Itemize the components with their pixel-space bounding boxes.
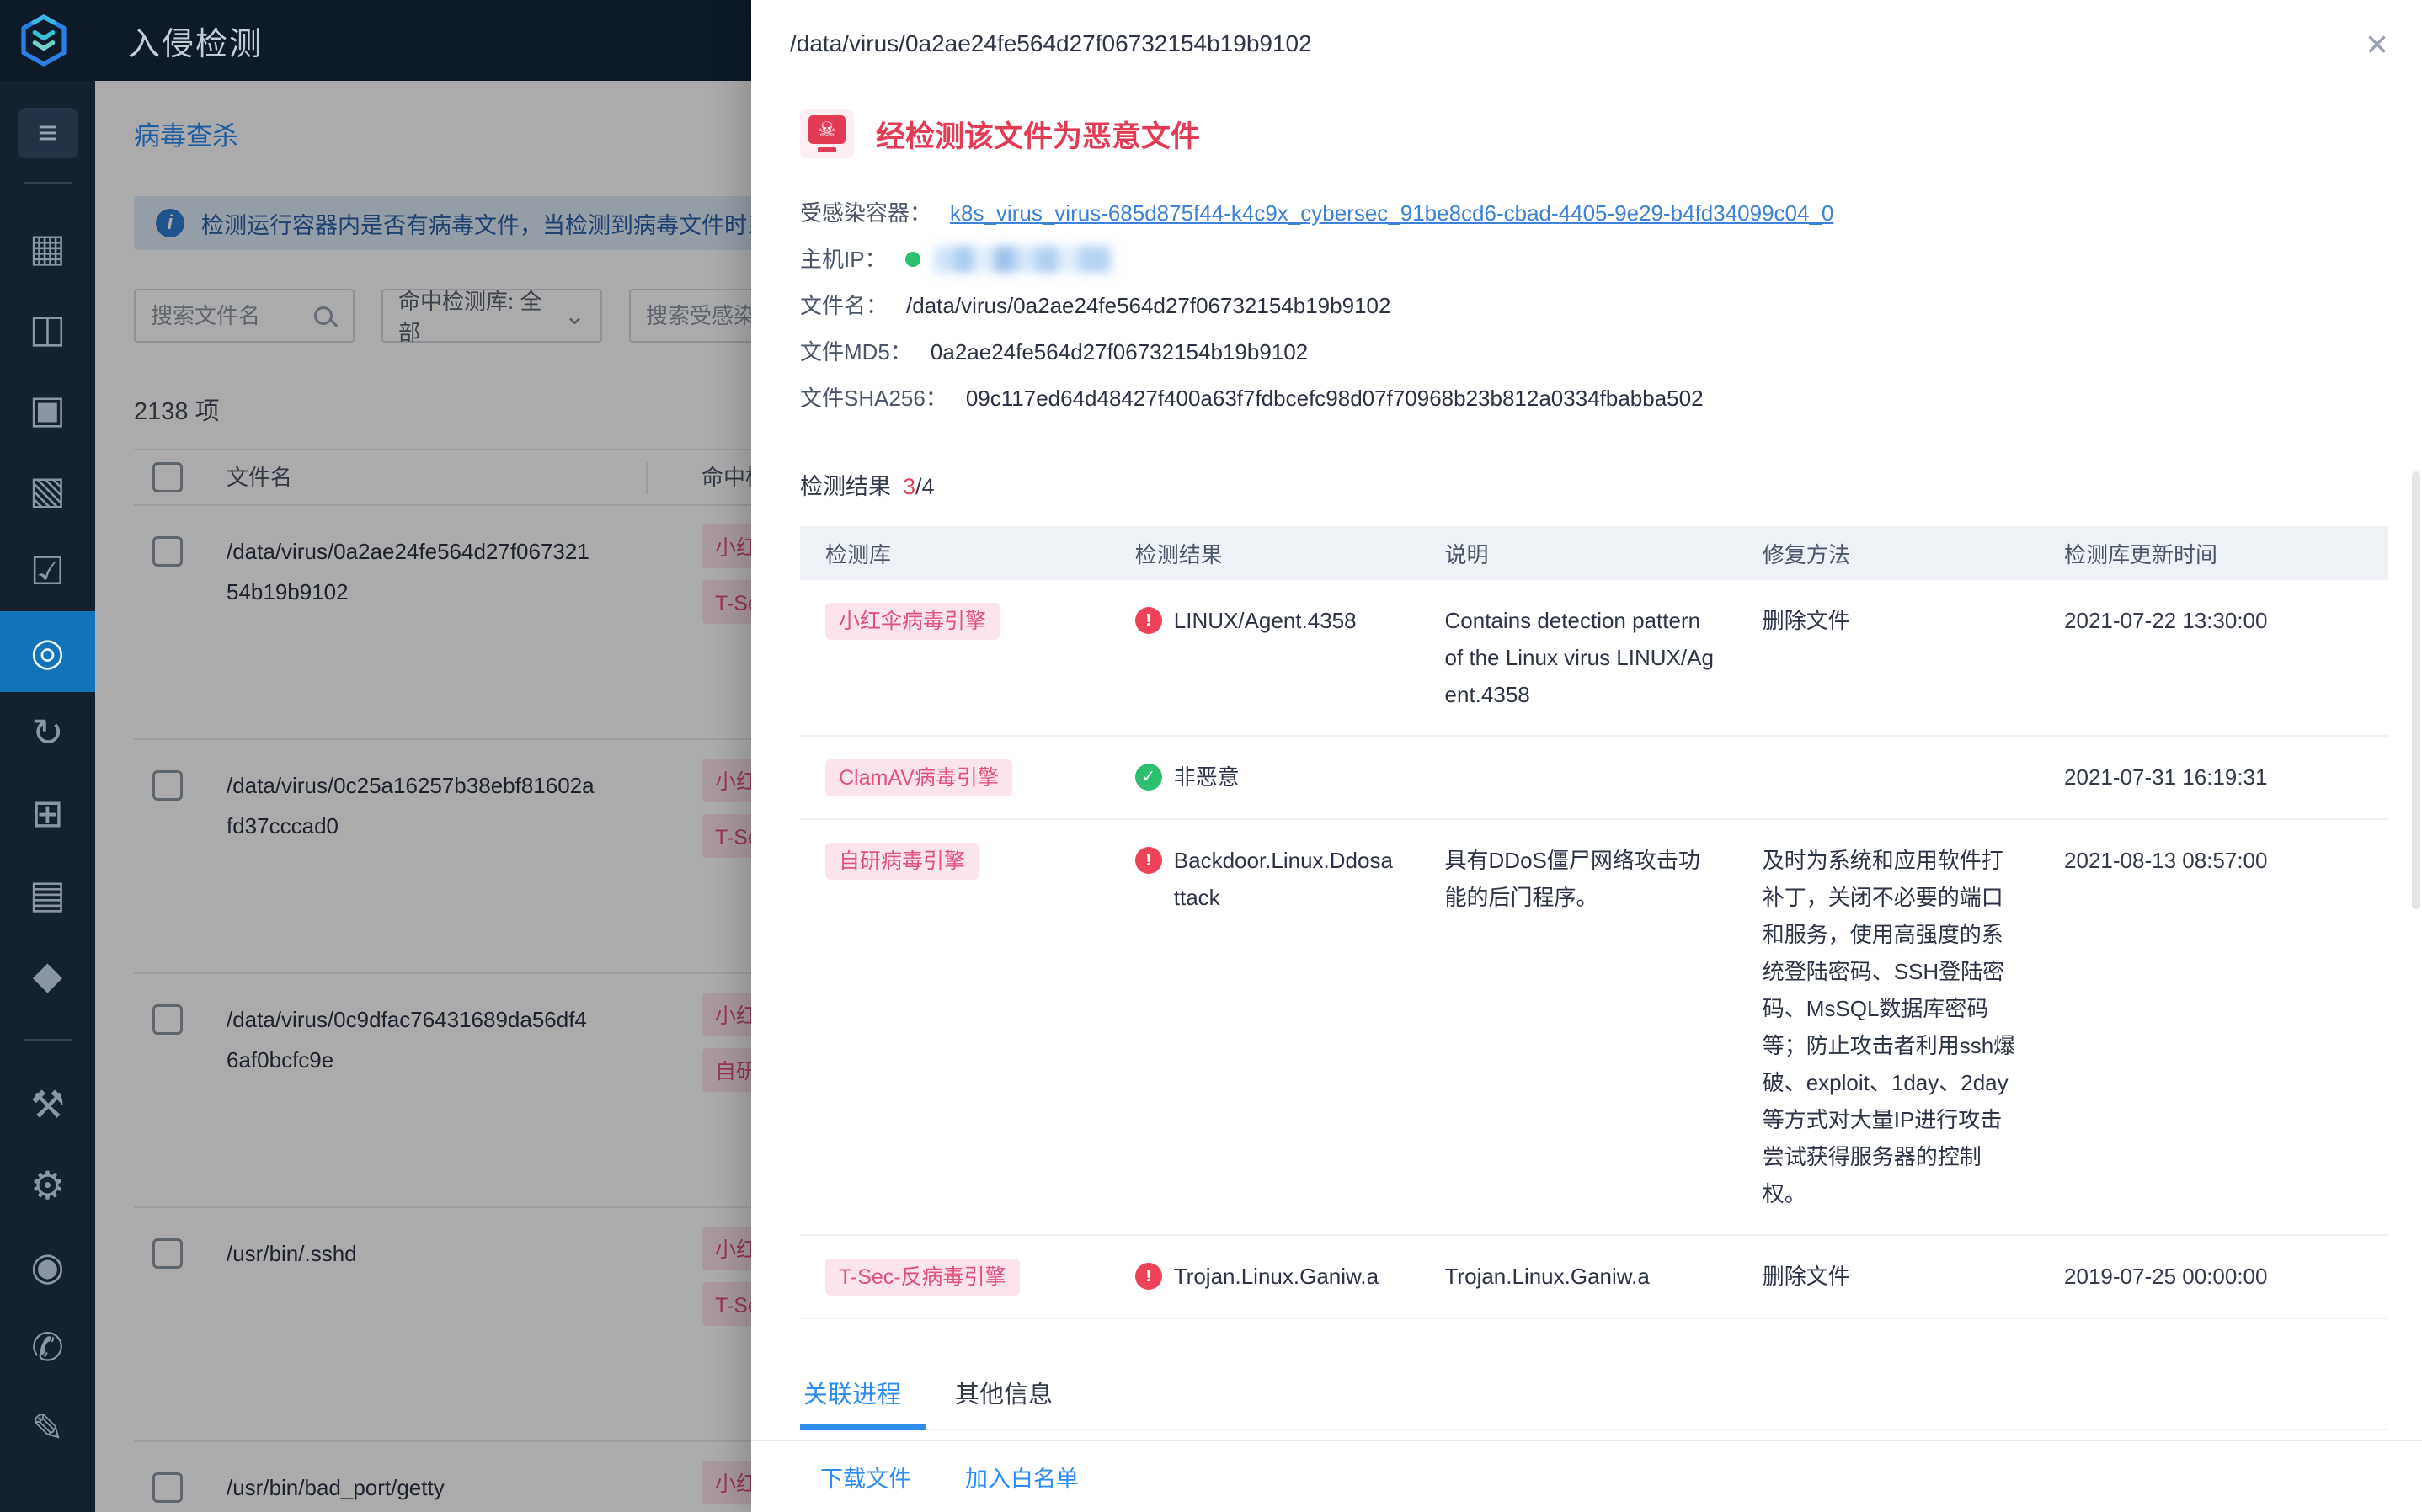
page: 入侵检测 ≡ ▦ ◫ ▣ ▧ ☑ ◎ ↻ ⊞ ▤ ◆ ⚒ ⚙ ◉ ✆ ✎ 病毒查… bbox=[0, 0, 2422, 1512]
library-updated: 2021-07-31 16:19:31 bbox=[2064, 764, 2268, 790]
info-row-md5: 文件MD5： 0a2ae24fe564d27f06732154b19b9102 bbox=[800, 339, 1309, 365]
info-row-host-ip: 主机IP： bbox=[800, 245, 2388, 274]
sidebar-item-network[interactable]: ✆ bbox=[0, 1307, 95, 1387]
detection-table: 检测库 检测结果 说明 修复方法 检测库更新时间 小红伞病毒引擎 ! LINUX/… bbox=[800, 526, 2388, 1319]
detection-row: 小红伞病毒引擎 ! LINUX/Agent.4358 Contains detec… bbox=[800, 580, 2388, 737]
hit-count: 3 bbox=[903, 474, 916, 499]
detection-row: T-Sec-反病毒引擎 ! Trojan.Linux.Ganiw.a Trojan… bbox=[800, 1236, 2388, 1319]
detection-result: 非恶意 bbox=[1173, 764, 1240, 790]
detection-result: LINUX/Agent.4358 bbox=[1173, 608, 1357, 633]
online-status-dot bbox=[904, 252, 920, 267]
danger-icon: ! bbox=[1134, 847, 1162, 874]
fix-method: 及时为系统和应用软件打补丁，关闭不必要的端口和服务，使用高强度的系统登陆密码、S… bbox=[1762, 848, 2016, 1206]
image-layers-icon: ▣ bbox=[29, 387, 67, 431]
close-icon[interactable]: × bbox=[2366, 24, 2388, 63]
detection-result: Trojan.Linux.Ganiw.a bbox=[1173, 1264, 1379, 1289]
host-ip-value-redacted bbox=[933, 246, 1111, 273]
engine-tag: ClamAV病毒引擎 bbox=[825, 759, 1012, 796]
radar-scan-icon: ◎ bbox=[30, 630, 65, 673]
sidebar-item-audit[interactable]: ✎ bbox=[0, 1387, 95, 1468]
danger-icon: ! bbox=[1134, 1263, 1162, 1290]
sidebar-item-registry[interactable]: ▧ bbox=[0, 450, 95, 530]
detection-row: 自研病毒引擎 ! Backdoor.Linux.Ddosattack 具有DDoS… bbox=[800, 820, 2388, 1236]
tab-related-process[interactable]: 关联进程 bbox=[800, 1375, 927, 1430]
info-row-container: 受感染容器： k8s_virus_virus-685d875f44-k4c9x_… bbox=[800, 199, 1834, 227]
engine-tag: 自研病毒引擎 bbox=[825, 843, 979, 880]
info-row-filename: 文件名： /data/virus/0a2ae24fe564d27f0673215… bbox=[800, 293, 1391, 318]
pen-edit-icon: ✎ bbox=[31, 1406, 64, 1450]
toolbox-icon: ⚒ bbox=[29, 1083, 66, 1126]
malicious-verdict-banner: ☠ 经检测该文件为恶意文件 bbox=[800, 109, 2388, 158]
sidebar-item-logs[interactable]: ▤ bbox=[0, 854, 95, 934]
infected-container-link[interactable]: k8s_virus_virus-685d875f44-k4c9x_cyberse… bbox=[950, 199, 1833, 227]
library-updated: 2021-07-22 13:30:00 bbox=[2064, 608, 2268, 633]
library-updated: 2021-08-13 08:57:00 bbox=[2064, 848, 2268, 873]
sidebar-item-runtime[interactable]: ◫ bbox=[0, 288, 95, 369]
verdict-text: 经检测该文件为恶意文件 bbox=[876, 120, 1201, 153]
drawer-mask[interactable] bbox=[95, 81, 751, 1512]
key-icon: ◉ bbox=[30, 1244, 65, 1288]
phone-network-icon: ✆ bbox=[31, 1325, 64, 1369]
app-grid-icon: ⊞ bbox=[31, 791, 64, 835]
detection-desc: Trojan.Linux.Ganiw.a bbox=[1444, 1264, 1650, 1289]
total-count: /4 bbox=[915, 474, 935, 499]
detection-desc: 具有DDoS僵尸网络攻击功能的后门程序。 bbox=[1444, 848, 1700, 910]
sidebar-item-apps[interactable]: ⊞ bbox=[0, 773, 95, 854]
app-logo-icon bbox=[21, 13, 67, 67]
drawer-title: /data/virus/0a2ae24fe564d27f06732154b19b… bbox=[790, 30, 1312, 56]
download-file-button[interactable]: 下载文件 bbox=[820, 1461, 911, 1493]
detection-table-header: 检测库 检测结果 说明 修复方法 检测库更新时间 bbox=[800, 526, 2388, 580]
hex-nut-icon: ◆ bbox=[32, 953, 63, 997]
sidebar-item-security[interactable]: ↻ bbox=[0, 692, 95, 773]
tab-other-info[interactable]: 其他信息 bbox=[952, 1375, 1056, 1429]
collapse-icon: ≡ bbox=[37, 114, 58, 152]
collapse-sidebar-button[interactable]: ≡ bbox=[17, 108, 78, 158]
containers-grid-icon: ▦ bbox=[29, 226, 67, 269]
skull-monitor-icon: ☠ bbox=[800, 109, 854, 158]
drawer-footer: 下载文件 加入白名单 bbox=[751, 1440, 2422, 1512]
sidebar-item-virus-scan[interactable]: ◎ bbox=[0, 611, 95, 692]
fix-method bbox=[1737, 759, 2039, 796]
sidebar-item-components[interactable]: ◆ bbox=[0, 934, 95, 1015]
app-title: 入侵检测 bbox=[128, 26, 264, 62]
file-info-list: 受感染容器： k8s_virus_virus-685d875f44-k4c9x_… bbox=[800, 199, 2388, 413]
detection-results-title: 检测结果 3/4 bbox=[800, 474, 935, 499]
sidebar-item-access-key[interactable]: ◉ bbox=[0, 1226, 95, 1307]
container-runtime-icon: ◫ bbox=[29, 306, 67, 350]
drawer-scrollbar-thumb[interactable] bbox=[2412, 471, 2420, 909]
documents-icon: ▤ bbox=[29, 872, 67, 916]
sidebar-item-compliance[interactable]: ☑ bbox=[0, 530, 95, 611]
engine-tag: 小红伞病毒引擎 bbox=[825, 603, 1000, 640]
file-detail-drawer: /data/virus/0a2ae24fe564d27f06732154b19b… bbox=[751, 0, 2422, 1512]
shield-sync-icon: ↻ bbox=[31, 711, 64, 754]
detail-tabs: 关联进程 其他信息 bbox=[800, 1375, 2388, 1430]
sidebar-item-toolbox[interactable]: ⚒ bbox=[0, 1064, 95, 1145]
gear-icon: ⚙ bbox=[29, 1163, 66, 1207]
safe-icon: ✓ bbox=[1134, 764, 1162, 791]
sidebar-item-images[interactable]: ▣ bbox=[0, 369, 95, 450]
detection-row: ClamAV病毒引擎 ✓ 非恶意 2021-07-31 16:19:31 bbox=[800, 737, 2388, 820]
sidebar-item-containers[interactable]: ▦ bbox=[0, 207, 95, 288]
sidebar-item-settings[interactable]: ⚙ bbox=[0, 1145, 95, 1226]
danger-icon: ! bbox=[1134, 607, 1162, 634]
info-row-sha256: 文件SHA256： 09c117ed64d48427f400a63f7fdbce… bbox=[800, 386, 1704, 411]
sidebar-divider bbox=[24, 182, 72, 184]
detection-result: Backdoor.Linux.Ddosattack bbox=[1173, 848, 1393, 910]
registry-icon: ▧ bbox=[29, 468, 67, 512]
library-updated: 2019-07-25 00:00:00 bbox=[2064, 1264, 2268, 1289]
detection-desc: Contains detection pattern of the Linux … bbox=[1444, 608, 1714, 707]
detection-desc bbox=[1420, 759, 1737, 796]
sidebar-divider bbox=[24, 1039, 72, 1041]
add-whitelist-button[interactable]: 加入白名单 bbox=[965, 1461, 1079, 1493]
fix-method: 删除文件 bbox=[1762, 608, 1850, 633]
sidebar-nav: ≡ ▦ ◫ ▣ ▧ ☑ ◎ ↻ ⊞ ▤ ◆ ⚒ ⚙ ◉ ✆ ✎ bbox=[0, 81, 95, 1512]
engine-tag: T-Sec-反病毒引擎 bbox=[825, 1259, 1020, 1296]
fix-method: 删除文件 bbox=[1762, 1264, 1850, 1289]
checklist-icon: ☑ bbox=[29, 549, 66, 593]
